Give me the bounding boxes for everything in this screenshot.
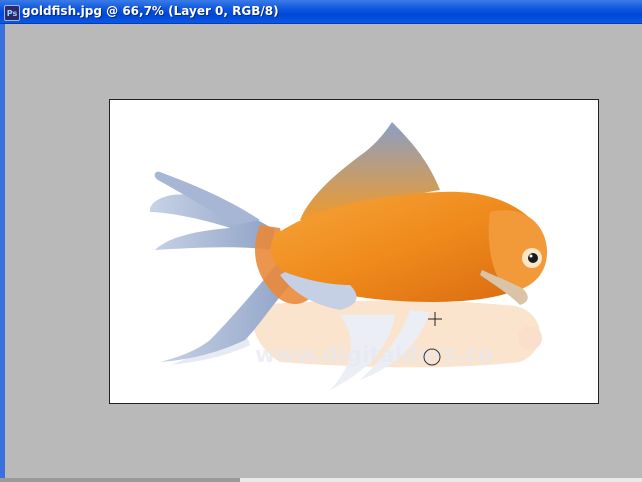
- horizontal-scrollbar[interactable]: [240, 478, 642, 482]
- watermark-text: www.digitalders.co: [255, 343, 494, 368]
- image-canvas[interactable]: www.digitalders.co: [109, 99, 599, 404]
- window-frame-left: [0, 24, 5, 482]
- document-window: Ps goldfish.jpg @ 66,7% (Layer 0, RGB/8): [0, 0, 642, 482]
- fish-pupil: [528, 253, 538, 263]
- app-icon-label: Ps: [6, 8, 18, 18]
- title-bar[interactable]: Ps goldfish.jpg @ 66,7% (Layer 0, RGB/8): [0, 0, 642, 24]
- ps-document-icon[interactable]: Ps: [4, 5, 20, 21]
- window-title: goldfish.jpg @ 66,7% (Layer 0, RGB/8): [22, 4, 279, 18]
- goldfish-image: www.digitalders.co: [149, 122, 548, 390]
